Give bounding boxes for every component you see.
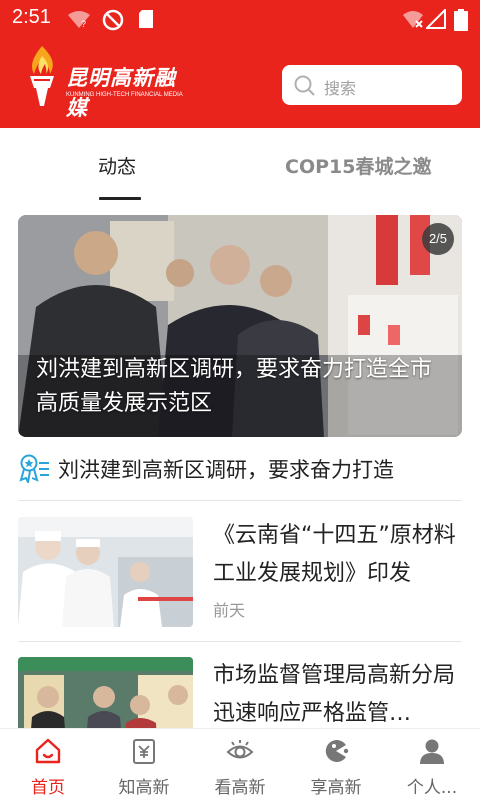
app-header: 2:51 ? 昆明高新融媒 KUNMING HIGH-TECH FINANCIA… bbox=[0, 0, 480, 128]
headline-text: 刘洪建到高新区调研，要求奋力打造 bbox=[58, 458, 394, 482]
logo-subtext: KUNMING HIGH-TECH FINANCIAL MEDIA bbox=[66, 92, 183, 98]
news-title: 市场监督管理局高新分局迅速响应严格监管… bbox=[213, 663, 456, 726]
document-icon bbox=[133, 739, 155, 764]
award-badge-icon bbox=[19, 454, 49, 483]
news-item[interactable]: 市场监督管理局高新分局迅速响应严格监管… bbox=[18, 657, 462, 728]
nav-label: 个人... bbox=[406, 778, 458, 798]
tab-dongtai[interactable]: 动态 bbox=[98, 152, 136, 179]
divider bbox=[18, 500, 462, 501]
news-time: 前天 bbox=[213, 601, 246, 620]
sd-card-icon bbox=[139, 10, 153, 28]
tab-cop15[interactable]: COP15春城之邀 bbox=[285, 152, 431, 179]
search-icon bbox=[294, 75, 315, 96]
carousel-pager: 2/5 bbox=[422, 223, 454, 255]
search-box[interactable]: 搜索 bbox=[282, 65, 462, 105]
wifi-x-icon bbox=[403, 11, 423, 28]
active-tab-indicator bbox=[99, 197, 141, 200]
bottom-nav: 首页 知高新 看高新 享高新 个人... bbox=[0, 728, 480, 800]
news-thumbnail bbox=[18, 657, 193, 728]
user-icon bbox=[420, 739, 444, 764]
news-thumbnail bbox=[18, 517, 193, 627]
home-icon bbox=[35, 738, 61, 764]
torch-logo-icon bbox=[30, 46, 54, 106]
nav-home[interactable]: 首页 bbox=[0, 729, 96, 800]
news-title: 《云南省“十四五”原材料工业发展规划》印发 bbox=[213, 523, 456, 586]
nav-zhigaoxin[interactable]: 知高新 bbox=[96, 729, 192, 800]
eye-icon bbox=[226, 740, 254, 759]
nav-label: 知高新 bbox=[118, 778, 170, 798]
divider bbox=[18, 641, 462, 642]
game-icon bbox=[325, 740, 349, 762]
headline-ticker[interactable]: 刘洪建到高新区调研，要求奋力打造 bbox=[18, 450, 462, 490]
status-time: 2:51 bbox=[12, 6, 51, 28]
brand-logo: 昆明高新融媒 KUNMING HIGH-TECH FINANCIAL MEDIA bbox=[22, 44, 192, 120]
svg-text:?: ? bbox=[81, 19, 86, 29]
tab-bar: 动态 COP15春城之邀 bbox=[0, 128, 480, 204]
wifi-question-icon: ? bbox=[68, 11, 90, 29]
nav-label: 看高新 bbox=[214, 778, 266, 798]
nav-kangaoxin[interactable]: 看高新 bbox=[192, 729, 288, 800]
nav-xianggaoxin[interactable]: 享高新 bbox=[288, 729, 384, 800]
search-placeholder: 搜索 bbox=[324, 79, 357, 98]
battery-icon bbox=[454, 9, 468, 31]
nav-label: 首页 bbox=[31, 778, 65, 798]
nav-label: 享高新 bbox=[310, 778, 362, 798]
status-bar: 2:51 ? bbox=[0, 0, 480, 36]
signal-icon bbox=[426, 9, 446, 29]
dnd-icon bbox=[102, 9, 124, 31]
nav-personal[interactable]: 个人... bbox=[384, 729, 480, 800]
hero-banner[interactable]: 2/5 刘洪建到高新区调研，要求奋力打造全市高质量发展示范区 bbox=[18, 215, 462, 437]
hero-caption: 刘洪建到高新区调研，要求奋力打造全市高质量发展示范区 bbox=[36, 357, 433, 416]
news-item[interactable]: 《云南省“十四五”原材料工业发展规划》印发 前天 bbox=[18, 517, 462, 627]
